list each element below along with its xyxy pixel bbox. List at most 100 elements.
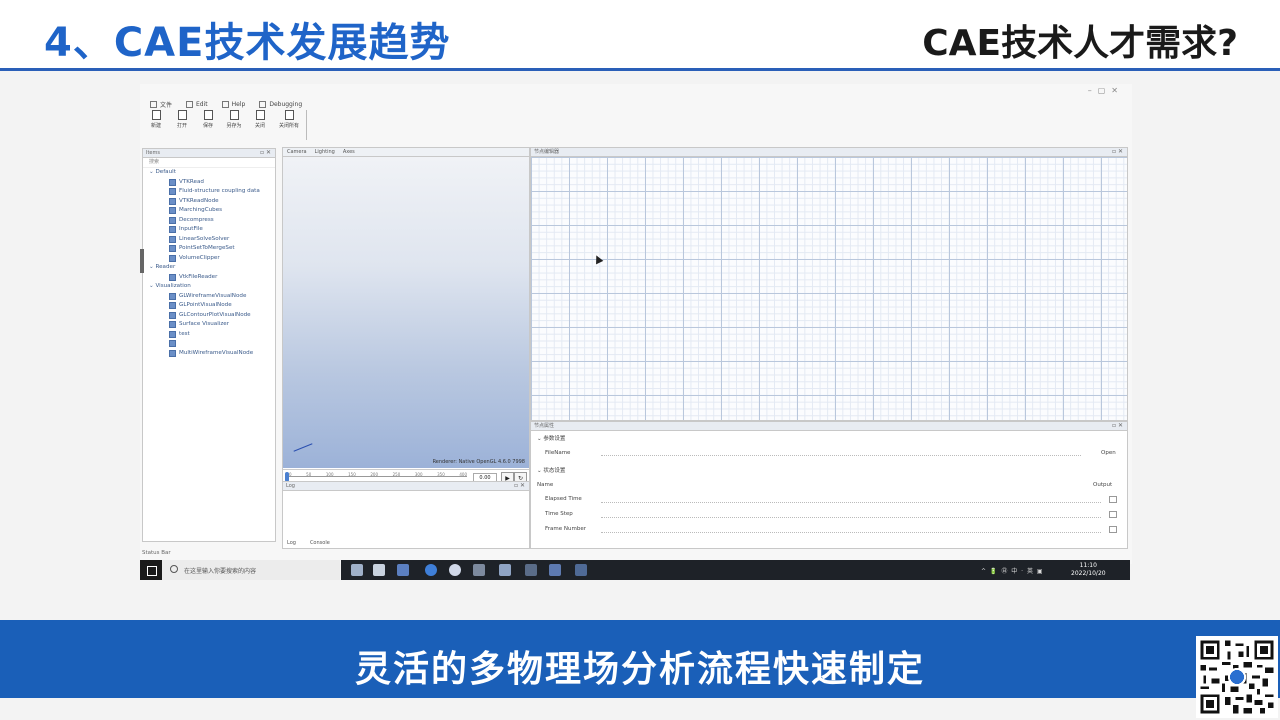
menu-help[interactable]: Help bbox=[221, 98, 245, 110]
node-icon bbox=[169, 254, 176, 262]
frame-number-checkbox[interactable] bbox=[1109, 526, 1117, 533]
row-divider bbox=[601, 532, 1101, 533]
log-panel: Log ▫ ✕ Log Console bbox=[282, 481, 530, 549]
debug-icon bbox=[259, 100, 267, 108]
save-as-button[interactable]: 另存为 bbox=[224, 110, 244, 140]
tree-item[interactable]: Decompress bbox=[143, 216, 275, 226]
status-bar: Status Bar bbox=[142, 550, 171, 556]
close-button[interactable]: 关闭 bbox=[250, 110, 270, 140]
tab-log[interactable]: Log bbox=[287, 540, 296, 546]
tree-group-default[interactable]: ⌄ Default bbox=[143, 168, 275, 178]
canvas-grid[interactable] bbox=[531, 157, 1127, 420]
close-icon[interactable]: ▫ ✕ bbox=[260, 149, 271, 157]
elapsed-time-checkbox[interactable] bbox=[1109, 496, 1117, 503]
tree-item[interactable]: PointSetToMergeSet bbox=[143, 244, 275, 254]
open-button[interactable]: 打开 bbox=[172, 110, 192, 140]
tree-item[interactable] bbox=[143, 339, 275, 349]
node-icon bbox=[169, 321, 176, 329]
tree-item[interactable]: GLWireframeVisualNode bbox=[143, 292, 275, 302]
time-step-checkbox[interactable] bbox=[1109, 511, 1117, 518]
node-search-input[interactable]: 搜索 bbox=[143, 158, 275, 168]
tree-item[interactable]: GLPointVisualNode bbox=[143, 301, 275, 311]
tree-item[interactable]: test bbox=[143, 330, 275, 340]
qr-code-icon bbox=[1196, 636, 1278, 718]
terminal-icon[interactable] bbox=[525, 564, 537, 576]
render-viewport: Camera Lighting Axes Renderer: Native Op… bbox=[282, 147, 530, 489]
axis-indicator bbox=[293, 443, 313, 452]
tree-group-reader[interactable]: ⌄ Reader bbox=[143, 263, 275, 273]
tree-group-visualization[interactable]: ⌄ Visualization bbox=[143, 282, 275, 292]
clock-time: 11:10 bbox=[1079, 562, 1097, 569]
menu-debugging[interactable]: Debugging bbox=[259, 98, 302, 110]
tab-lighting[interactable]: Lighting bbox=[315, 148, 335, 156]
new-icon bbox=[151, 110, 161, 120]
app-running-icon[interactable] bbox=[397, 564, 409, 576]
file-icon bbox=[150, 100, 157, 108]
close-icon[interactable]: ▫ ✕ bbox=[514, 482, 525, 490]
node-icon bbox=[169, 292, 176, 300]
slide-caption: 灵活的多物理场分析流程快速制定 bbox=[354, 649, 925, 690]
panel-side-tab[interactable] bbox=[140, 249, 144, 273]
new-button[interactable]: 新建 bbox=[146, 110, 166, 140]
filename-field[interactable] bbox=[601, 455, 1081, 456]
mouse-cursor-icon bbox=[592, 253, 604, 265]
clock-date: 2022/10/20 bbox=[1071, 570, 1106, 577]
tree-item[interactable]: Surface Visualizer bbox=[143, 320, 275, 330]
taskbar-search-input[interactable]: 在这里输入你要搜索的内容 bbox=[184, 566, 256, 575]
properties-panel: 节点属性 ▫ ✕ ⌄ 参数设置 FileName Open ⌄ 状态设置 Name… bbox=[530, 421, 1128, 549]
start-button[interactable] bbox=[140, 560, 162, 580]
notepad-icon[interactable] bbox=[373, 564, 385, 576]
close-icon bbox=[255, 110, 265, 120]
tree-item[interactable]: MultiWireframeVisualNode bbox=[143, 349, 275, 359]
menu-file[interactable]: 文件 bbox=[150, 98, 172, 110]
slide-subtitle: CAE技术人才需求? bbox=[922, 23, 1238, 64]
node-icon bbox=[169, 226, 176, 234]
open-icon bbox=[177, 110, 187, 120]
node-icon bbox=[169, 188, 176, 196]
tab-camera[interactable]: Camera bbox=[287, 148, 307, 156]
taskbar-clock[interactable]: 11:10 2022/10/20 bbox=[1071, 562, 1106, 578]
node-library-panel: Items ▫ ✕ 搜索 ⌄ Default VTKRead Fluid-stru… bbox=[140, 148, 276, 542]
tool-icon[interactable] bbox=[473, 564, 485, 576]
tree-item[interactable]: VTKRead bbox=[143, 178, 275, 188]
time-step-label: Time Step bbox=[545, 511, 573, 517]
node-icon bbox=[169, 245, 176, 253]
taskbar-search-area: 在这里输入你要搜索的内容 bbox=[140, 560, 340, 580]
properties-header: 节点属性 ▫ ✕ bbox=[531, 422, 1127, 431]
section-params[interactable]: ⌄ 参数设置 bbox=[537, 434, 565, 442]
window-controls[interactable]: –▢✕ bbox=[1088, 86, 1124, 95]
name-column-header: Name bbox=[537, 482, 554, 488]
row-divider bbox=[601, 517, 1101, 518]
vscode-icon[interactable] bbox=[575, 564, 587, 576]
tree-item[interactable]: Fluid-structure coupling data bbox=[143, 187, 275, 197]
tree-item[interactable]: VTKReadNode bbox=[143, 197, 275, 207]
section-state[interactable]: ⌄ 状态设置 bbox=[537, 466, 565, 474]
viewport-tabs: Camera Lighting Axes bbox=[283, 148, 529, 157]
edge-icon[interactable] bbox=[425, 564, 437, 576]
monitor-icon[interactable] bbox=[549, 564, 561, 576]
browser-icon[interactable] bbox=[449, 564, 461, 576]
menu-edit[interactable]: Edit bbox=[186, 98, 208, 110]
tree-item[interactable]: InputFile bbox=[143, 225, 275, 235]
tree-item[interactable]: VtkFileReader bbox=[143, 273, 275, 283]
ribbon-separator bbox=[306, 110, 307, 140]
gl-render-area[interactable]: Renderer: Native OpenGL 4.6.0 7998 bbox=[283, 157, 529, 468]
close-icon[interactable]: ▫ ✕ bbox=[1112, 148, 1123, 156]
save-button[interactable]: 保存 bbox=[198, 110, 218, 140]
timeline-ticks: 0 50 100 150 200 250 300 350 400 bbox=[289, 472, 467, 477]
close-all-button[interactable]: 关闭所有 bbox=[276, 110, 302, 140]
system-tray[interactable]: ^ 🔋 ㊐ 中 · 英 ▣ bbox=[981, 566, 1044, 575]
tree-item[interactable]: LinearSolveSolver bbox=[143, 235, 275, 245]
tab-axes[interactable]: Axes bbox=[343, 148, 355, 156]
task-view-icon[interactable] bbox=[351, 564, 363, 576]
node-icon bbox=[169, 302, 176, 310]
explorer-icon[interactable] bbox=[499, 564, 511, 576]
tree-item[interactable]: VolumeClipper bbox=[143, 254, 275, 264]
tree-item[interactable]: MarchingCubes bbox=[143, 206, 275, 216]
open-file-button[interactable]: Open bbox=[1101, 450, 1116, 456]
tree-item[interactable]: GLContourPlotVisualNode bbox=[143, 311, 275, 321]
tab-console[interactable]: Console bbox=[310, 540, 330, 546]
close-icon[interactable]: ▫ ✕ bbox=[1112, 422, 1123, 430]
header-divider bbox=[0, 68, 1280, 71]
filename-label: FileName bbox=[545, 450, 571, 456]
